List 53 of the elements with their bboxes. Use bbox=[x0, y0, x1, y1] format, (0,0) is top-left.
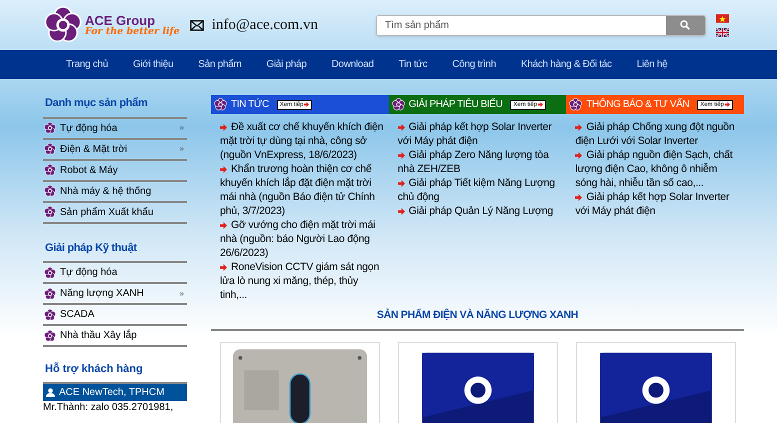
category-item[interactable]: Năng lượng XANH » bbox=[43, 284, 187, 305]
section-heading: Hỗ trợ khách hàng bbox=[44, 361, 144, 377]
category-label: Tự động hóa bbox=[60, 266, 118, 280]
category-item[interactable]: Tự động hóa » bbox=[43, 118, 187, 140]
email-address[interactable]: info@ace.com.vn bbox=[212, 14, 318, 36]
category-item[interactable]: Sản phẩm Xuất khẩu bbox=[43, 202, 187, 224]
category-item[interactable]: Tự động hóa bbox=[43, 263, 187, 284]
contact-details: Mr.Thành: zalo 035.2701981, bbox=[43, 400, 174, 414]
category-item[interactable]: Robot & Máy bbox=[43, 160, 187, 182]
category-item[interactable]: Nhà máy & hệ thống bbox=[43, 182, 187, 202]
category-label: Robot & Máy bbox=[60, 164, 118, 178]
panel-title: THÔNG BÁO & TƯ VẤN bbox=[586, 97, 690, 112]
news-link[interactable]: Khẩn trương hoàn thiện cơ chế khuyến khích lắp đặt điện mặt trời mái nhà (nguồn Báo điện tử Chính phủ, 3/7/2023) bbox=[220, 162, 385, 218]
category-label: Năng lượng XANH bbox=[60, 287, 144, 301]
news-link[interactable]: Giải pháp kết hợp Solar Inverter với Máy phát điện bbox=[398, 120, 562, 148]
news-link[interactable]: Giải pháp Quản Lý Năng Lượng bbox=[398, 204, 562, 218]
category-label: Tự động hóa bbox=[60, 122, 118, 136]
nav-link[interactable]: Sản phẩm bbox=[198, 57, 242, 72]
products-heading: SẢN PHẨM ĐIỆN VÀ NĂNG LƯỢNG XANH bbox=[376, 308, 580, 323]
news-link[interactable]: Giải pháp nguồn điện Sạch, chất lượng điện Cao, không ô nhiễm sóng hài, nhiễu tần số cao,... bbox=[575, 148, 740, 190]
category-label: Điện & Mặt trời bbox=[60, 142, 128, 156]
submenu-chevron-icon: » bbox=[180, 143, 186, 155]
category-label: Nhà máy & hệ thống bbox=[60, 184, 152, 198]
panel-title: GIẢI PHÁP TIÊU BIỂU bbox=[408, 97, 502, 112]
news-link[interactable]: Gỡ vướng cho điện mặt trời mái nhà (nguồn: báo Người Lao động 26/6/2023) bbox=[220, 218, 385, 260]
nav-link[interactable]: Download bbox=[332, 57, 374, 72]
brand-name: ACE Group bbox=[85, 14, 156, 27]
nav-link[interactable]: Tin tức bbox=[398, 57, 428, 72]
submenu-chevron-icon: » bbox=[180, 288, 186, 300]
category-label: Nhà thầu Xây lắp bbox=[60, 328, 137, 343]
category-item[interactable]: Điện & Mặt trời » bbox=[43, 140, 187, 160]
news-link[interactable]: Giải pháp kết hợp Solar Inverter với Máy phát điện bbox=[575, 190, 740, 218]
nav-link[interactable]: Liên hệ bbox=[636, 57, 668, 72]
category-item[interactable]: SCADA bbox=[43, 305, 187, 326]
nav-link[interactable]: Giải pháp bbox=[266, 57, 307, 72]
news-link[interactable]: Đề xuất cơ chế khuyến khích điện mặt trời tự dùng tại nhà, công sở (nguồn VnExpress, 18/6/2023) bbox=[220, 120, 385, 162]
news-link[interactable]: RoneVision CCTV giám sát ngọn lửa lò nung xi măng, thép, thủy tinh,... bbox=[220, 260, 385, 302]
nav-link[interactable]: Công trình bbox=[452, 57, 496, 72]
panel-title: TIN TỨC bbox=[231, 97, 269, 112]
nav-link[interactable]: Trang chủ bbox=[66, 57, 108, 72]
contact-name: ACE NewTech, TPHCM bbox=[59, 386, 164, 400]
news-link[interactable]: Giải pháp Chống xung đột nguồn điện Lưới với Solar Inverter bbox=[575, 120, 740, 148]
category-item[interactable]: Nhà thầu Xây lắp bbox=[43, 326, 187, 347]
nav-link[interactable]: Khách hàng & Đối tác bbox=[520, 57, 612, 72]
section-heading: Giải pháp Kỹ thuật bbox=[44, 240, 138, 256]
category-label: SCADA bbox=[60, 308, 94, 322]
category-label: Sản phẩm Xuất khẩu bbox=[60, 206, 154, 220]
news-link[interactable]: Giải pháp Zero Năng lượng tòa nhà ZEH/ZEB bbox=[398, 148, 562, 176]
slogan: For the better life bbox=[85, 26, 180, 36]
news-link[interactable]: Giải pháp Tiết kiệm Năng Lượng chủ động bbox=[398, 176, 562, 204]
submenu-chevron-icon: » bbox=[180, 122, 186, 134]
section-heading: Danh mục sản phẩm bbox=[44, 96, 148, 111]
nav-link[interactable]: Giới thiệu bbox=[132, 57, 174, 72]
